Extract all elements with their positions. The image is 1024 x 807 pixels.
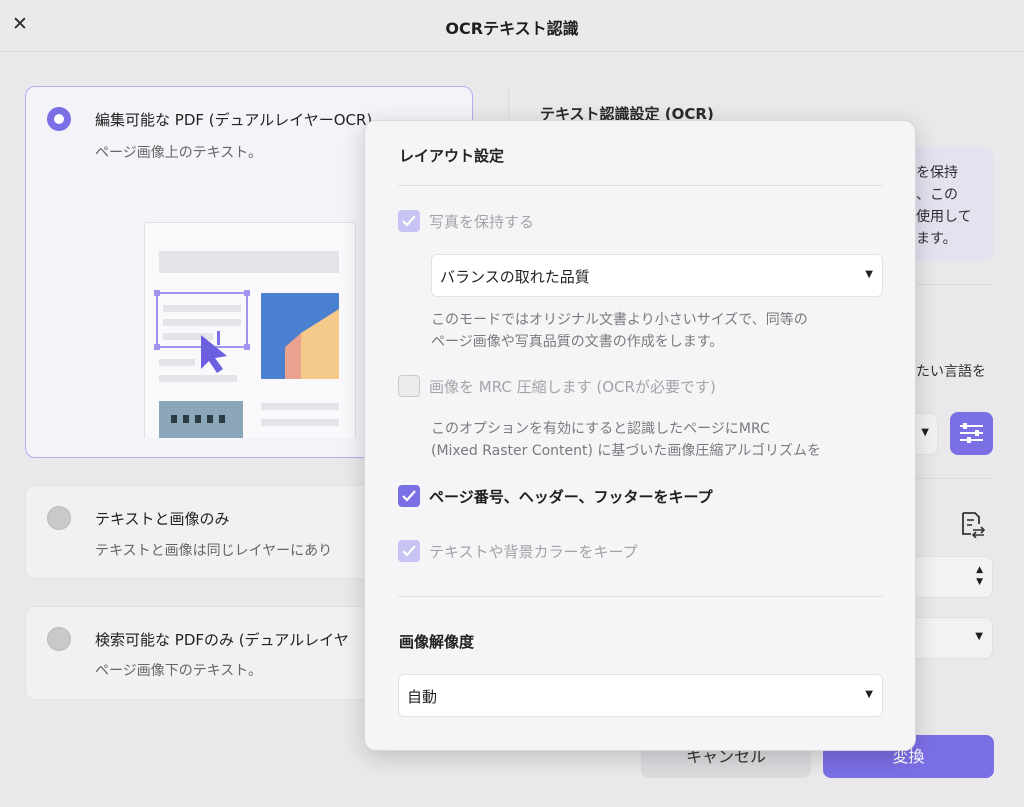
popup-divider [398,185,883,186]
layout-settings-popup: レイアウト設定 写真を保持する バランスの取れた品質 ▼ このモードではオリジナ… [364,120,916,751]
option-description: ページ画像上のテキスト。 [95,145,263,161]
document-illustration [144,222,356,438]
stepper-arrows-icon: ▲ ▼ [976,565,983,587]
resolution-heading: 画像解像度 [399,633,475,651]
chevron-down-icon: ▼ [975,631,983,642]
keep-photos-checkbox[interactable] [398,210,420,232]
output-select[interactable]: ▼ [910,617,993,659]
check-icon [402,215,416,227]
dialog-header: ✕ OCRテキスト認識 [0,0,1024,52]
numeric-stepper[interactable]: ▲ ▼ [910,556,993,598]
info-line: を保持 [916,165,958,181]
quality-description: ページ画像や写真品質の文書の作成をします。 [431,334,724,350]
quality-select[interactable]: バランスの取れた品質 ▼ [431,254,883,297]
chevron-down-icon: ▼ [865,269,873,280]
mrc-compression-checkbox[interactable] [398,375,420,397]
option-title: 編集可能な PDF (デュアルレイヤーOCR) [95,111,373,129]
resolution-select[interactable]: 自動 ▼ [398,674,883,717]
radio-editable-pdf[interactable] [47,107,71,131]
option-title: 検索可能な PDFのみ (デュアルレイヤ [95,631,349,649]
chevron-down-icon: ▼ [865,689,873,700]
resolution-select-value: 自動 [407,688,438,706]
check-icon [402,490,416,502]
keep-colors-label: テキストや背景カラーをキープ [429,543,638,561]
keep-header-footer-label: ページ番号、ヘッダー、フッターをキープ [429,488,713,506]
mrc-compression-label: 画像を MRC 圧縮します (OCRが必要です) [429,378,716,396]
chevron-down-icon: ▼ [921,427,929,438]
check-icon [402,545,416,557]
popup-divider [398,596,883,597]
language-hint: たい言語を [916,364,986,380]
mrc-description: このオプションを有効にすると認識したページにMRC [431,421,770,437]
mrc-description: (Mixed Raster Content) に基づいた画像圧縮アルゴリズムを [431,443,822,459]
radio-text-and-images[interactable] [47,506,71,530]
keep-header-footer-checkbox[interactable] [398,485,420,507]
info-line: 使用して [916,209,972,225]
document-swap-icon[interactable] [958,510,986,539]
quality-select-value: バランスの取れた品質 [440,268,590,286]
keep-photos-label: 写真を保持する [429,213,535,231]
keep-colors-checkbox[interactable] [398,540,420,562]
option-title: テキストと画像のみ [95,510,230,528]
info-line: ます。 [916,231,957,247]
sliders-icon [960,423,983,443]
settings-sliders-button[interactable] [950,412,993,455]
option-description: ページ画像下のテキスト。 [95,663,263,679]
radio-searchable-pdf[interactable] [47,627,71,651]
layout-settings-heading: レイアウト設定 [399,147,505,165]
dialog-title: OCRテキスト認識 [445,19,579,38]
info-line: 、この [916,187,958,203]
option-description: テキストと画像は同じレイヤーにあり [95,543,333,559]
quality-description: このモードではオリジナル文書より小さいサイズで、同等の [431,312,808,328]
